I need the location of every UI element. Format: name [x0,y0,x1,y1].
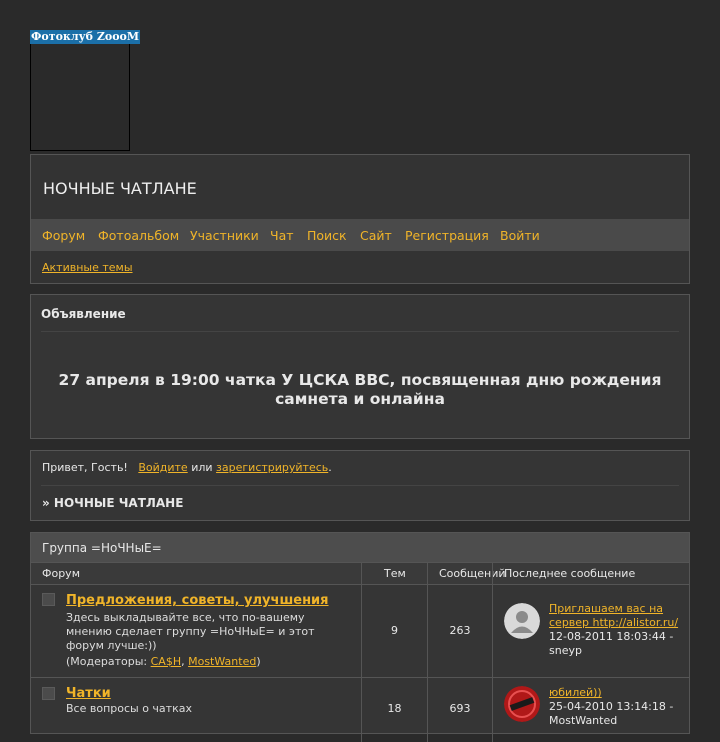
nav-site[interactable]: Сайт [360,228,392,243]
user-avatar-icon[interactable] [504,686,540,722]
forum-group-table: Группа =НоЧНыЕ= Форум Тем Сообщений Посл… [30,532,690,742]
period-text: . [328,461,332,474]
nav-forum[interactable]: Форум [42,228,85,243]
announcement-heading: Объявление [41,307,126,321]
group-title: Группа =НоЧНыЕ= [42,541,162,555]
nav-register[interactable]: Регистрация [405,228,489,243]
welcome-line: Привет, Гость! Войдите или зарегистрируй… [42,461,332,474]
breadcrumb[interactable]: » НОЧНЫЕ ЧАТЛАНЕ [42,496,183,510]
forum-row: Чатки Все вопросы о чатках 18 693 юбилей… [31,678,689,738]
nav-chat[interactable]: Чат [270,228,294,243]
topic-count: 18 [387,702,402,715]
last-post-date: 25-04-2010 13:14:18 - [549,700,674,713]
col-topics: Тем [384,567,406,580]
last-post-link[interactable]: Приглашаем вас на сервер http://alistor.… [549,602,678,629]
moderators-suffix: ) [256,655,261,668]
welcome-panel: Привет, Гость! Войдите или зарегистрируй… [30,450,690,521]
greeting-text: Привет, Гость! [42,461,128,474]
user-avatar-icon[interactable] [504,603,540,639]
site-title: НОЧНЫЕ ЧАТЛАНЕ [43,179,197,198]
col-posts: Сообщений [439,567,506,580]
moderators-prefix: (Модераторы: [66,655,148,668]
nav-login[interactable]: Войти [500,228,540,243]
last-post-info: юбилей)) 25-04-2010 13:14:18 - MostWante… [549,686,684,728]
last-post-user[interactable]: MostWanted [549,714,617,727]
forum-status-icon [42,593,55,606]
divider [41,331,679,332]
divider [41,485,679,486]
post-count: 693 [449,702,471,715]
nav-members[interactable]: Участники [190,228,259,243]
forum-row: Предложения, советы, улучшения Здесь вык… [31,584,689,678]
forum-description: Здесь выкладывайте все, что по-вашему мн… [66,611,315,652]
active-topics-link[interactable]: Активные темы [42,261,133,274]
moderators-comma: , [181,655,185,668]
post-count: 263 [449,624,471,637]
moderator-link[interactable]: CA$H [151,655,181,668]
col-forum: Форум [42,567,80,580]
logo-label: Фотоклуб ZoooM [30,30,141,44]
forum-title-link[interactable]: Чатки [66,686,111,701]
main-nav: Форум Фотоальбом Участники Чат Поиск Сай… [31,219,689,251]
forum-title-link[interactable]: Предложения, советы, улучшения [66,593,329,608]
register-link[interactable]: зарегистрируйтесь [216,461,328,474]
login-link[interactable]: Войдите [138,461,187,474]
announcement-panel: Объявление 27 апреля в 19:00 чатка У ЦСК… [30,294,690,439]
last-post-user[interactable]: sneyp [549,644,582,657]
last-post-date: 12-08-2011 18:03:44 - [549,630,674,643]
col-last-post: Последнее сообщение [504,567,636,580]
nav-photoalbum[interactable]: Фотоальбом [98,228,179,243]
column-headers: Форум Тем Сообщений Последнее сообщение [31,562,689,585]
topic-count: 9 [391,624,398,637]
forum-moderators: (Модераторы: CA$H, MostWanted) [66,655,346,669]
last-post-link[interactable]: юбилей)) [549,686,602,699]
moderator-link[interactable]: MostWanted [188,655,256,668]
site-header: НОЧНЫЕ ЧАТЛАНЕ Форум Фотоальбом Участник… [30,154,690,284]
logo-image[interactable] [30,30,130,151]
nav-search[interactable]: Поиск [307,228,347,243]
forum-description: Все вопросы о чатках [66,702,192,715]
last-post-info: Приглашаем вас на сервер http://alistor.… [549,602,684,658]
group-header: Группа =НоЧНыЕ= [31,533,689,562]
announcement-message: 27 апреля в 19:00 чатка У ЦСКА ВВС, посв… [58,371,662,408]
forum-status-icon [42,687,55,700]
or-text: или [191,461,213,474]
